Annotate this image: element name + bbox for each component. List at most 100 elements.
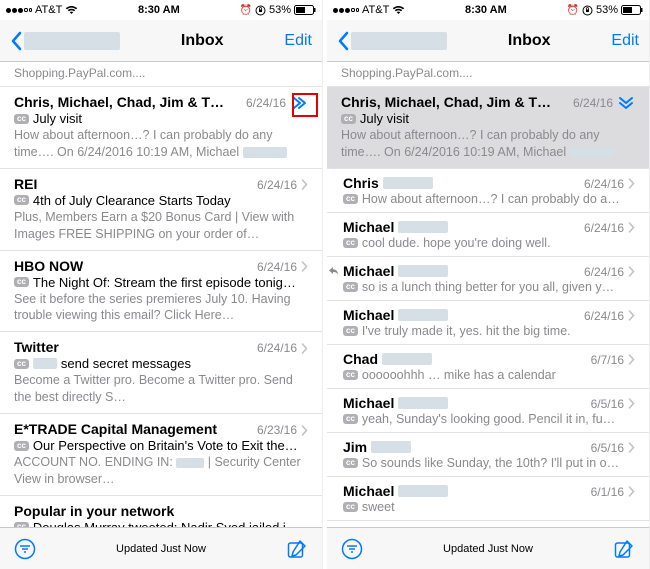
row-sender: Popular in your network — [14, 503, 302, 519]
row-sender: REI — [14, 176, 251, 192]
back-label-redacted — [24, 32, 120, 50]
msg-preview: So sounds like Sunday, the 10th? I'll pu… — [362, 456, 619, 470]
cc-badge: cc — [14, 359, 29, 369]
thread-date: 6/24/16 — [573, 96, 613, 110]
thread-row[interactable]: Michael 6/24/16 cc I've truly made it, y… — [327, 301, 649, 345]
row-preview: ACCOUNT NO. ENDING IN: | Security Center… — [14, 454, 308, 488]
truncated-prev-row[interactable]: Shopping.PayPal.com.... — [327, 62, 649, 87]
cc-badge: cc — [343, 238, 358, 248]
msg-date: 6/24/16 — [584, 221, 624, 235]
msg-sender: Michael — [343, 395, 585, 411]
inbox-row[interactable]: Popular in your network cc Douglas Murra… — [0, 496, 322, 527]
inbox-row[interactable]: E*TRADE Capital Management 6/23/16 cc Ou… — [0, 414, 322, 496]
msg-sender: Michael — [343, 219, 578, 235]
thread-row[interactable]: Michael 6/24/16 cc so is a lunch thing b… — [327, 257, 649, 301]
status-bar: AT&T 8:30 AM ⏰ 53% — [327, 0, 649, 20]
compose-icon[interactable] — [286, 538, 308, 560]
status-time: 8:30 AM — [465, 4, 507, 16]
chevron-right-icon — [628, 222, 635, 233]
alarm-icon: ⏰ — [240, 5, 252, 16]
cc-badge: cc — [14, 277, 29, 287]
row-sender: Twitter — [14, 339, 251, 355]
thread-row[interactable]: Jim 6/5/16 cc So sounds like Sunday, the… — [327, 433, 649, 477]
toolbar-status: Updated Just Now — [443, 543, 533, 555]
status-right: ⏰ 53% — [240, 4, 316, 16]
msg-date: 6/24/16 — [584, 309, 624, 323]
thread-row[interactable]: Chad 6/7/16 cc oooooohhh … mike has a ca… — [327, 345, 649, 389]
msg-date: 6/5/16 — [591, 441, 624, 455]
phone-left: AT&T 8:30 AM ⏰ 53% Inbox Edit Shopping.P… — [0, 0, 323, 569]
cc-badge: cc — [14, 522, 29, 527]
row-sender: HBO NOW — [14, 258, 251, 274]
compose-icon[interactable] — [613, 538, 635, 560]
msg-preview: oooooohhh … mike has a calendar — [362, 368, 556, 382]
battery-icon — [294, 5, 316, 15]
battery-pct: 53% — [596, 4, 618, 16]
msg-date: 6/1/16 — [591, 485, 624, 499]
row-subject: send secret messages — [61, 356, 191, 371]
cc-badge: cc — [343, 326, 358, 336]
chevron-right-icon — [628, 310, 635, 321]
row-date: 6/23/16 — [257, 423, 297, 437]
chevron-left-icon — [337, 31, 349, 51]
truncated-prev-row[interactable]: Shopping.PayPal.com.... — [0, 62, 322, 87]
orientation-lock-icon — [255, 5, 266, 16]
cc-badge: cc — [343, 458, 358, 468]
status-left: AT&T — [6, 4, 78, 16]
msg-preview: sweet — [362, 500, 395, 514]
thread-collapse-icon[interactable] — [617, 96, 635, 110]
nav-bar: Inbox Edit — [0, 20, 322, 62]
carrier-label: AT&T — [35, 4, 62, 16]
chevron-right-icon — [301, 261, 308, 272]
inbox-list[interactable]: Chris, Michael, Chad, Jim & T… 6/24/16 c… — [0, 87, 322, 527]
wifi-icon — [392, 5, 405, 15]
cc-badge: cc — [343, 370, 358, 380]
row-sender: Chris, Michael, Chad, Jim & T… — [14, 94, 240, 110]
chevron-right-icon — [628, 266, 635, 277]
chevron-right-icon — [628, 354, 635, 365]
nav-edit-button[interactable]: Edit — [284, 32, 312, 50]
filter-icon[interactable] — [14, 538, 36, 560]
chevron-right-icon — [628, 442, 635, 453]
thread-subject: July visit — [360, 111, 409, 126]
inbox-row[interactable]: Chris, Michael, Chad, Jim & T… 6/24/16 c… — [0, 87, 322, 169]
thread-row[interactable]: Chris 6/24/16 cc How about afternoon…? I… — [327, 169, 649, 213]
msg-preview: I've truly made it, yes. hit the big tim… — [362, 324, 571, 338]
thread-sender: Chris, Michael, Chad, Jim & T… — [341, 94, 567, 110]
phone-right: AT&T 8:30 AM ⏰ 53% Inbox Edit Shopping.P… — [327, 0, 650, 569]
thread-row[interactable]: Michael 6/5/16 cc yeah, Sunday's looking… — [327, 389, 649, 433]
msg-sender: Chris — [343, 175, 578, 191]
row-subject: Douglas Murray tweeted: Nadir Syed jaile… — [33, 520, 299, 527]
row-preview: How about afternoon…? I can probably do … — [14, 127, 308, 161]
back-label-redacted — [351, 32, 447, 50]
orientation-lock-icon — [582, 5, 593, 16]
row-subject: 4th of July Clearance Starts Today — [33, 193, 231, 208]
thread-row[interactable]: Michael 6/24/16 cc cool dude. hope you'r… — [327, 213, 649, 257]
chevron-right-icon — [301, 343, 308, 354]
row-date: 6/24/16 — [246, 96, 286, 110]
nav-edit-button[interactable]: Edit — [611, 32, 639, 50]
bottom-toolbar: Updated Just Now — [0, 527, 322, 569]
row-subject: Our Perspective on Britain's Vote to Exi… — [33, 438, 298, 453]
filter-icon[interactable] — [341, 538, 363, 560]
msg-sender: Michael — [343, 307, 578, 323]
thread-message-list[interactable]: Chris 6/24/16 cc How about afternoon…? I… — [327, 169, 649, 527]
reply-icon — [328, 265, 339, 276]
thread-header-row[interactable]: Chris, Michael, Chad, Jim & T… 6/24/16 c… — [327, 87, 649, 169]
thread-expand-icon[interactable] — [290, 96, 308, 110]
nav-back[interactable] — [337, 31, 447, 51]
cc-badge: cc — [343, 502, 358, 512]
msg-date: 6/24/16 — [584, 177, 624, 191]
inbox-row[interactable]: HBO NOW 6/24/16 cc The Night Of: Stream … — [0, 251, 322, 333]
inbox-row[interactable]: Twitter 6/24/16 cc send secret messages … — [0, 332, 322, 414]
cc-badge: cc — [14, 441, 29, 451]
thread-row[interactable]: Michael 6/1/16 cc sweet — [327, 477, 649, 521]
msg-preview: yeah, Sunday's looking good. Pencil it i… — [362, 412, 615, 426]
msg-date: 6/5/16 — [591, 397, 624, 411]
nav-back[interactable] — [10, 31, 120, 51]
chevron-right-icon — [628, 486, 635, 497]
status-right: ⏰ 53% — [567, 4, 643, 16]
chevron-right-icon — [301, 179, 308, 190]
inbox-row[interactable]: REI 6/24/16 cc 4th of July Clearance Sta… — [0, 169, 322, 251]
msg-preview: so is a lunch thing better for you all, … — [362, 280, 614, 294]
